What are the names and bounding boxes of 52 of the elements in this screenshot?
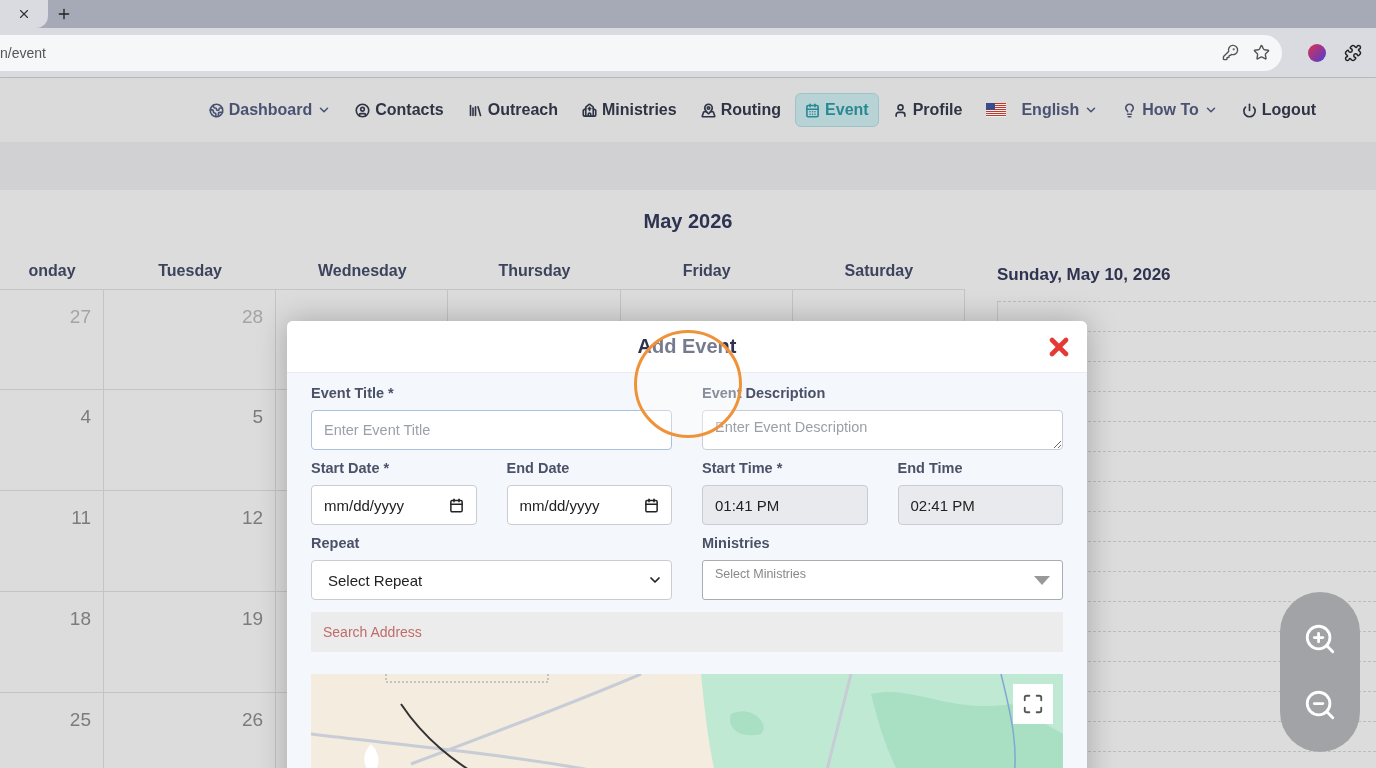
calendar-cell[interactable]: 19	[104, 592, 277, 693]
day-number[interactable]: 4	[80, 406, 91, 427]
nav-link[interactable]: Contacts	[345, 93, 454, 127]
day-number[interactable]: 25	[69, 709, 91, 730]
date-field[interactable]: mm/dd/yyyy	[506, 485, 672, 525]
day-title: Sunday, May 10, 2026	[997, 265, 1172, 285]
field-label: Ministries	[702, 535, 771, 551]
address-search-field[interactable]: Search Address	[311, 612, 1063, 652]
nav-link[interactable]: Outreach	[457, 93, 568, 127]
nav-link[interactable]: Profile	[882, 93, 973, 127]
calendar-cell[interactable]: 11	[0, 491, 104, 592]
field-label: End Time	[897, 460, 964, 476]
nav-link[interactable]: How To	[1112, 93, 1228, 127]
day-number[interactable]: 18	[69, 608, 91, 629]
input-field[interactable]: Enter Event Title	[311, 410, 672, 450]
day-number[interactable]: 12	[242, 507, 264, 528]
repeat-select[interactable]: Select Repeat	[311, 560, 672, 600]
weekday-header: Saturday	[843, 262, 915, 281]
day-number[interactable]: 11	[71, 507, 91, 528]
nav-link[interactable]: English	[976, 93, 1109, 127]
day-number[interactable]: 5	[252, 406, 264, 427]
day-number[interactable]: 28	[242, 306, 264, 327]
day-number[interactable]: 26	[242, 709, 264, 730]
weekday-header: Tuesday	[157, 262, 223, 281]
weekday-header: Wednesday	[316, 262, 408, 281]
date-field[interactable]: mm/dd/yyyy	[311, 485, 477, 525]
calendar-cell[interactable]: 26	[104, 693, 277, 768]
calendar-cell[interactable]: 25	[0, 693, 104, 768]
calendar-cell[interactable]: 12	[104, 491, 277, 592]
weekday-header: Friday	[681, 262, 732, 281]
calendar-cell[interactable]: 5	[104, 390, 277, 491]
address-bar[interactable]: n/event	[0, 34, 1282, 71]
day-number[interactable]: 27	[69, 306, 91, 327]
field-label: Event Title *	[311, 385, 395, 401]
nav-link[interactable]: Routing	[690, 93, 792, 127]
weekday-header: onday	[27, 262, 77, 281]
nav-link[interactable]: Event	[795, 93, 879, 127]
day-number[interactable]: 19	[242, 608, 264, 629]
nav-link[interactable]: Ministries	[571, 93, 687, 127]
field-label: Start Time *	[702, 460, 784, 476]
weekday-header: Thursday	[497, 262, 572, 281]
month-title: May 2026	[642, 210, 734, 233]
calendar-cell[interactable]: 18	[0, 592, 104, 693]
field-label: Start Date *	[311, 460, 391, 476]
calendar-cell[interactable]: 4	[0, 390, 104, 491]
nav-link[interactable]: Dashboard	[198, 93, 342, 127]
calendar-cell[interactable]: 27	[0, 289, 104, 390]
field-label: End Date	[506, 460, 571, 476]
field-label: Repeat	[311, 535, 361, 551]
ministries-select[interactable]: Select Ministries	[702, 560, 1063, 600]
calendar-cell[interactable]: 28	[104, 289, 277, 390]
nav-link[interactable]: Logout	[1231, 93, 1326, 127]
